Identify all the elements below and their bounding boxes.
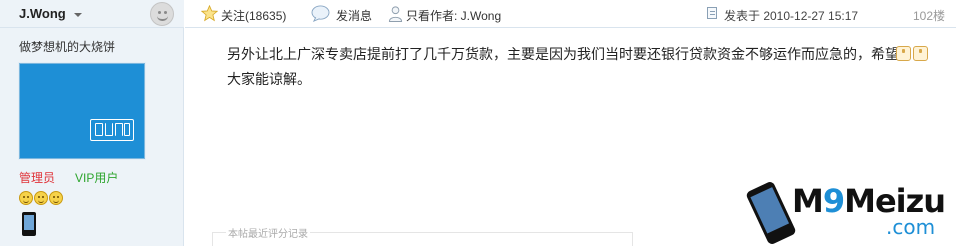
follow-button[interactable]: 关注(18635) <box>221 7 286 24</box>
author-group-link[interactable]: VIP用户 <box>75 169 118 186</box>
medal-icon[interactable] <box>49 191 63 205</box>
author-role-link[interactable]: 管理员 <box>19 169 55 186</box>
post-header: 关注(18635) 发消息 只看作者: J.Wong 发表于 2010-12-2… <box>185 0 956 28</box>
thumbs-up-icon <box>896 46 911 61</box>
person-icon[interactable] <box>388 5 403 23</box>
medal-icon[interactable] <box>19 191 33 205</box>
post-body: 另外让北上广深专卖店提前打了几千万货款，主要是因为我们当时要还银行贷款资金不够运… <box>227 46 899 87</box>
send-message-button[interactable]: 发消息 <box>336 7 372 24</box>
watermark-brand: M9Meizu <box>792 182 946 220</box>
chevron-down-icon[interactable] <box>74 13 82 17</box>
author-custom-title: 做梦想机的大烧饼 <box>19 40 116 54</box>
author-sidebar: J.Wong 做梦想机的大烧饼 管理员 VIP用户 <box>0 0 184 246</box>
author-header: J.Wong <box>0 0 184 28</box>
only-author-link[interactable]: 只看作者: J.Wong <box>406 7 501 24</box>
author-name-link[interactable]: J.Wong <box>19 6 66 21</box>
phone-illustration <box>745 180 797 246</box>
avatar-seal-logo <box>90 119 134 141</box>
emoticon-group <box>896 46 928 61</box>
rating-record-label: 本帖最近评分记录 <box>226 225 310 240</box>
watermark-domain: .com <box>886 215 936 239</box>
phone-badge-icon[interactable] <box>22 212 36 236</box>
document-icon <box>707 7 717 19</box>
site-watermark: M9Meizu .com <box>745 178 956 246</box>
post-timestamp: 发表于 2010-12-27 15:17 <box>724 9 859 23</box>
online-status-icon <box>150 2 174 26</box>
floor-number-link[interactable]: 102楼 <box>913 7 945 24</box>
medal-icon[interactable] <box>34 191 48 205</box>
thumbs-up-icon <box>913 46 928 61</box>
avatar[interactable] <box>19 63 145 159</box>
medal-list <box>19 191 63 205</box>
star-icon[interactable] <box>201 5 218 22</box>
message-bubble-icon[interactable] <box>311 5 330 22</box>
